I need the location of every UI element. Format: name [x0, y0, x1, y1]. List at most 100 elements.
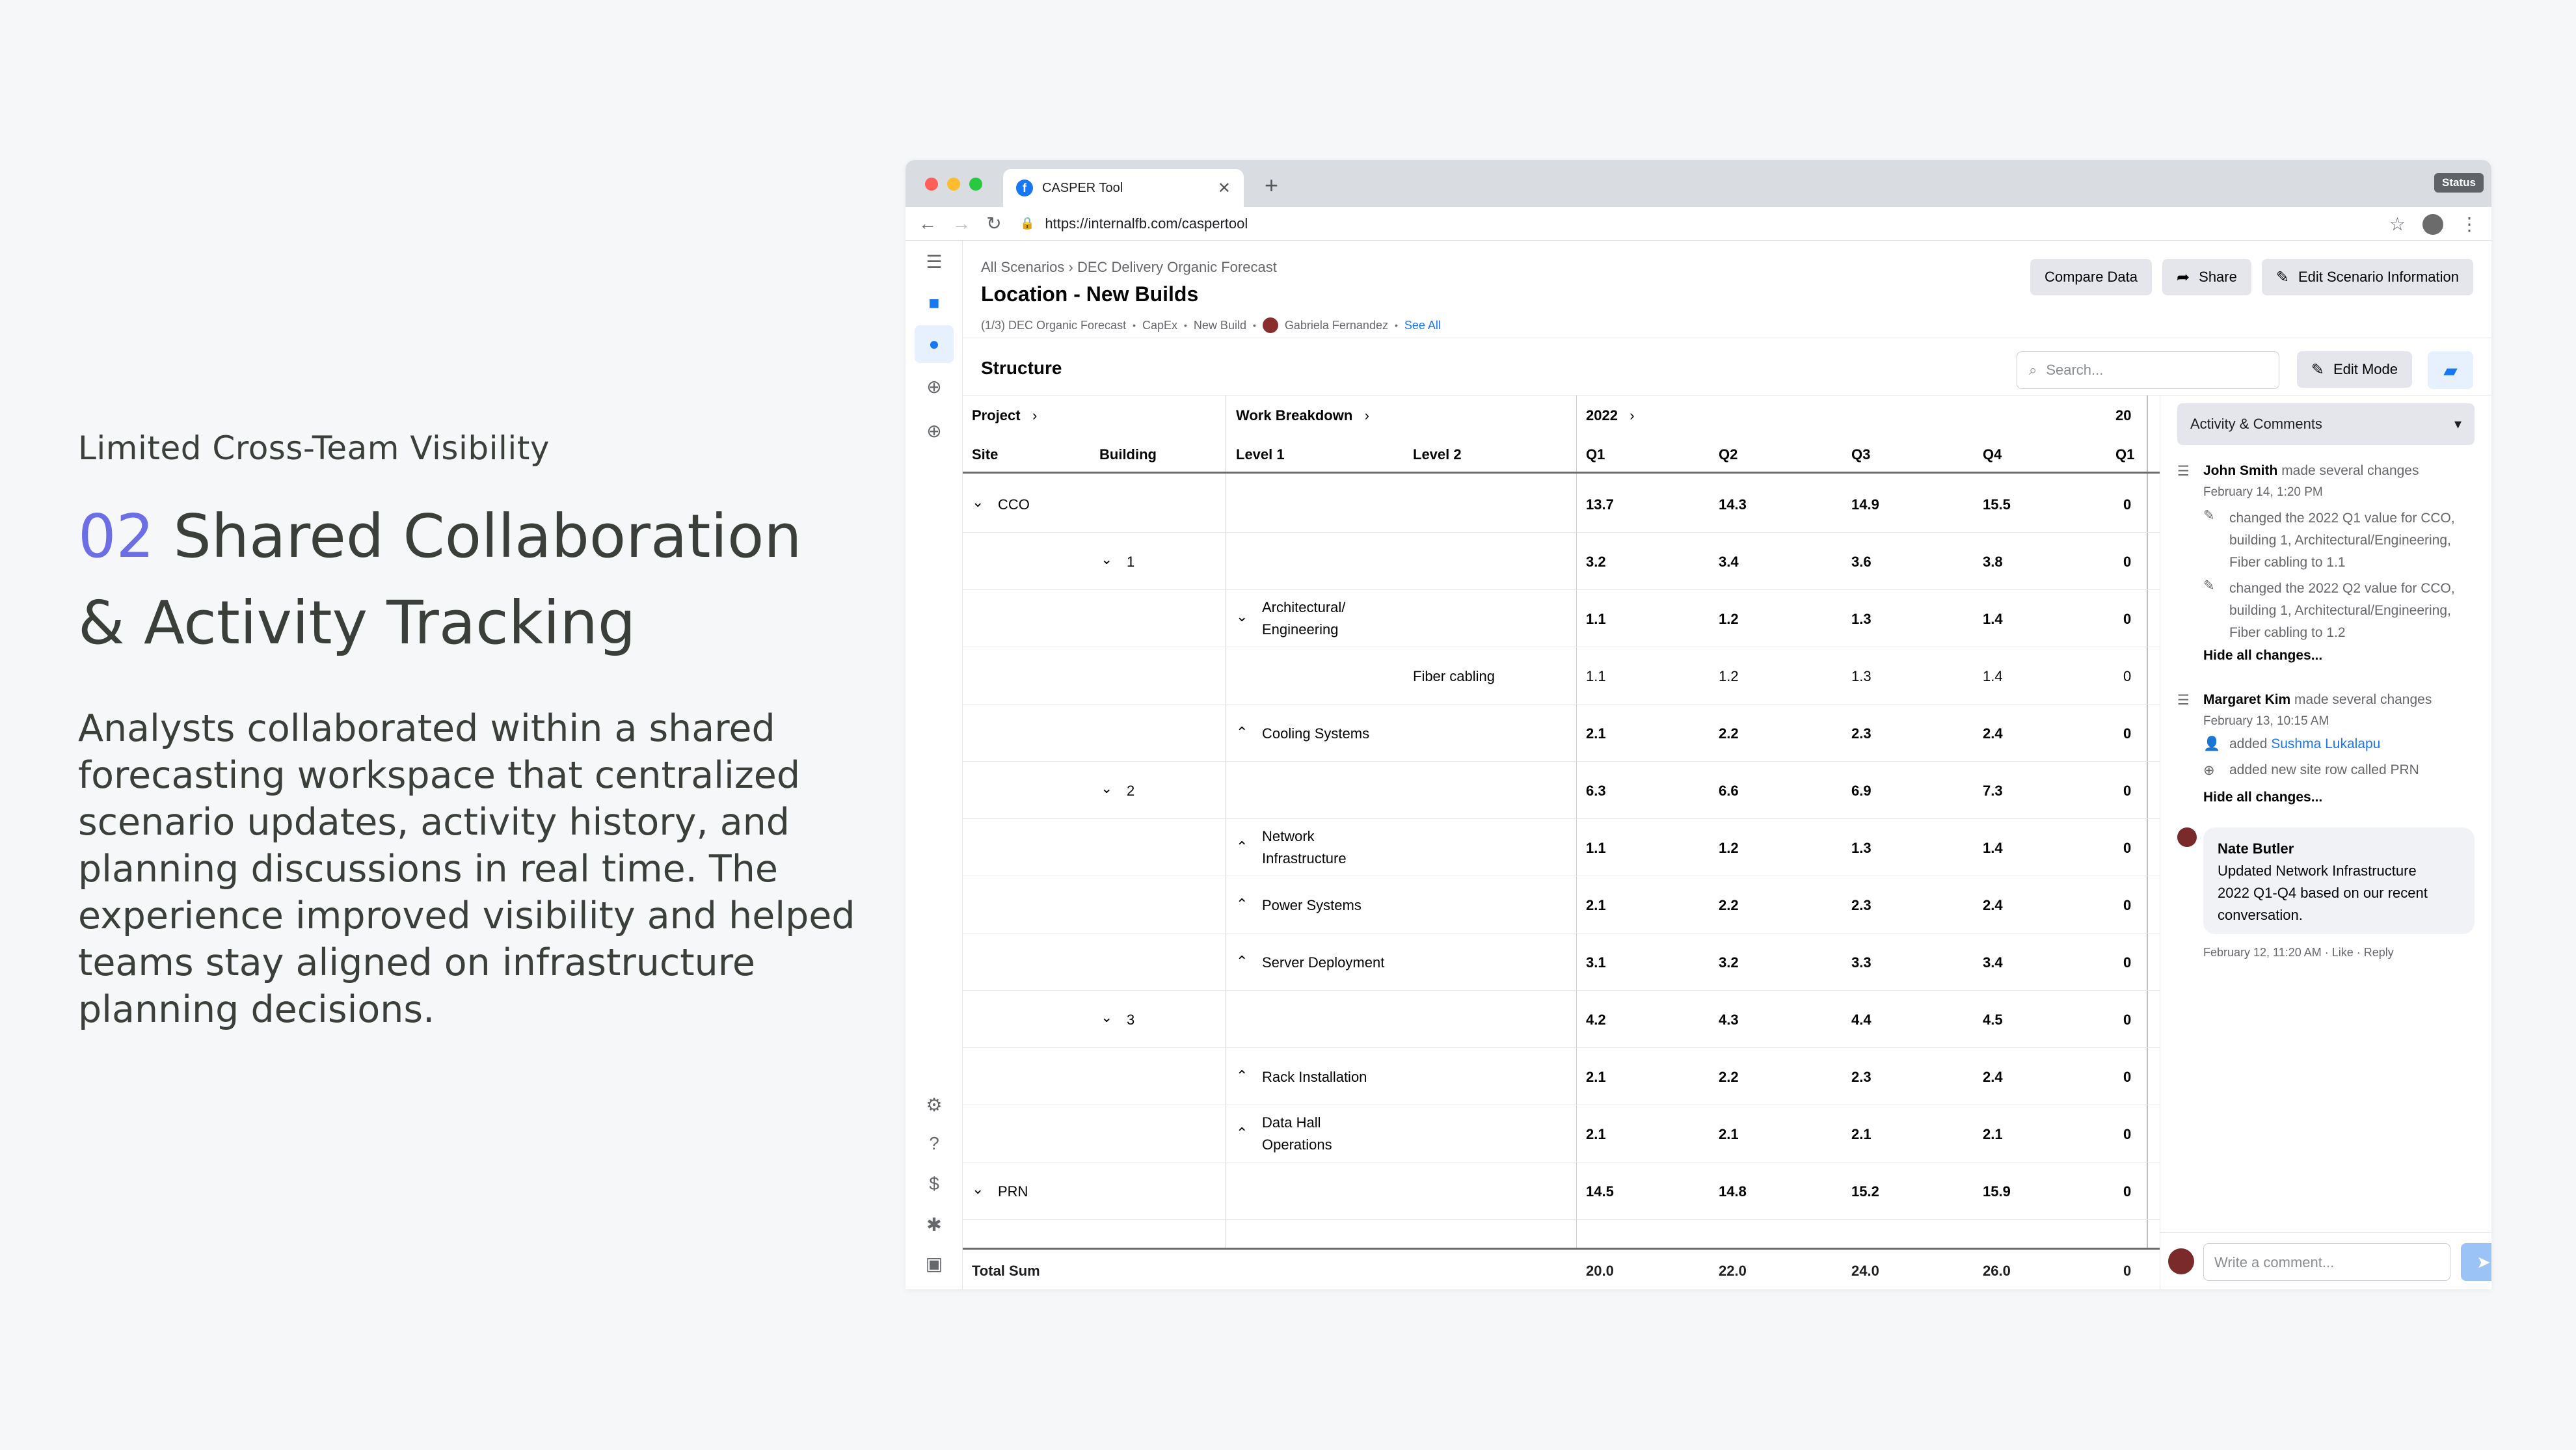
cell-q3[interactable]: 6.9: [1851, 783, 1872, 799]
cell-q4[interactable]: 3.8: [1983, 554, 2003, 571]
cell-next-q1[interactable]: 0: [2123, 897, 2131, 914]
chevron-up-icon[interactable]: ⌃: [1236, 953, 1248, 970]
cell-q3[interactable]: 4.4: [1851, 1012, 1872, 1028]
cell-q4[interactable]: 2.4: [1983, 725, 2003, 742]
chevron-up-icon[interactable]: ⌃: [1236, 839, 1248, 855]
cell-next-q1[interactable]: 0: [2123, 668, 2131, 685]
cell-q3[interactable]: 3.3: [1851, 954, 1872, 971]
send-button[interactable]: ➤: [2461, 1243, 2491, 1281]
table-row[interactable]: ⌄ 1 3.2 3.4 3.6 3.8 0: [963, 533, 2160, 590]
cell-q3[interactable]: 1.3: [1851, 611, 1872, 628]
minimize-window-button[interactable]: [947, 178, 960, 191]
cell-q2[interactable]: 3.4: [1719, 554, 1739, 571]
cell-q3[interactable]: 2.1: [1851, 1126, 1872, 1143]
cell-q3[interactable]: 2.3: [1851, 725, 1872, 742]
col-building[interactable]: Building: [1099, 446, 1157, 463]
table-row[interactable]: ⌄ CCO 13.7 14.3 14.9 15.5 0: [963, 476, 2160, 533]
cell-q4[interactable]: 1.4: [1983, 840, 2003, 857]
cell-q3[interactable]: 2.3: [1851, 897, 1872, 914]
cell-next-q1[interactable]: 0: [2123, 1126, 2131, 1143]
comment-input[interactable]: Write a comment...: [2203, 1243, 2450, 1281]
cell-next-q1[interactable]: 0: [2123, 840, 2131, 857]
cell-q4[interactable]: 1.4: [1983, 611, 2003, 628]
col-q2[interactable]: Q2: [1719, 446, 1737, 463]
new-tab-button[interactable]: +: [1265, 172, 1278, 199]
forward-icon[interactable]: →: [952, 213, 971, 234]
comments-toggle-button[interactable]: ▰: [2428, 351, 2473, 389]
cell-q1[interactable]: 2.1: [1586, 1069, 1606, 1086]
cell-q4[interactable]: 1.4: [1983, 668, 2003, 685]
cell-q1[interactable]: 1.1: [1586, 611, 1606, 628]
maximize-window-button[interactable]: [969, 178, 982, 191]
group-work-breakdown[interactable]: Work Breakdown ›: [1236, 407, 1369, 424]
cell-next-q1[interactable]: 0: [2123, 1012, 2131, 1028]
cell-q1[interactable]: 6.3: [1586, 783, 1606, 799]
col-level-1[interactable]: Level 1: [1236, 446, 1285, 463]
cell-next-q1[interactable]: 0: [2123, 554, 2131, 571]
cell-q4[interactable]: 15.5: [1983, 496, 2011, 513]
col-level-2[interactable]: Level 2: [1413, 446, 1462, 463]
col-next-q1[interactable]: Q1: [2115, 446, 2134, 463]
help-icon[interactable]: ?: [924, 1133, 945, 1154]
comment-author[interactable]: Nate Butler: [2218, 838, 2460, 860]
table-row[interactable]: ⌃ Power Systems 2.1 2.2 2.3 2.4 0: [963, 876, 2160, 933]
table-row[interactable]: ⌃ Data Hall Operations 2.1 2.1 2.1 2.1 0: [963, 1105, 2160, 1162]
share-button[interactable]: ➦ Share: [2162, 259, 2251, 295]
panel-toggle-icon[interactable]: ▣: [924, 1253, 945, 1274]
chevron-up-icon[interactable]: ⌃: [1236, 1067, 1248, 1084]
reload-icon[interactable]: ↻: [986, 213, 1002, 234]
chevron-down-icon[interactable]: ⌄: [972, 494, 984, 511]
chevron-down-icon[interactable]: ⌄: [1101, 1009, 1112, 1026]
cell-q2[interactable]: 14.3: [1719, 496, 1747, 513]
menu-icon[interactable]: ☰: [924, 251, 945, 272]
billing-icon[interactable]: $: [924, 1174, 945, 1194]
activity-user[interactable]: Margaret Kim: [2203, 692, 2290, 707]
chevron-down-icon[interactable]: ⌄: [1236, 608, 1248, 625]
cell-q3[interactable]: 14.9: [1851, 496, 1879, 513]
table-row[interactable]: ⌃ Network Infrastructure 1.1 1.2 1.3 1.4…: [963, 819, 2160, 876]
table-row[interactable]: ⌃ Cooling Systems 2.1 2.2 2.3 2.4 0: [963, 705, 2160, 762]
cell-q1[interactable]: 2.1: [1586, 1126, 1606, 1143]
hide-changes-link[interactable]: Hide all changes...: [2203, 648, 2322, 664]
cell-next-q1[interactable]: 0: [2123, 496, 2131, 513]
cell-q1[interactable]: 3.1: [1586, 954, 1606, 971]
cell-q2[interactable]: 4.3: [1719, 1012, 1739, 1028]
col-q3[interactable]: Q3: [1851, 446, 1870, 463]
table-row[interactable]: ⌃ Rack Installation 2.1 2.2 2.3 2.4 0: [963, 1048, 2160, 1105]
activity-filter-dropdown[interactable]: Activity & Comments ▾: [2177, 403, 2475, 445]
search-input[interactable]: ⌕ Search...: [2017, 351, 2279, 389]
cell-q4[interactable]: 2.4: [1983, 897, 2003, 914]
table-row[interactable]: ⌄ PRN 14.5 14.8 15.2 15.9 0: [963, 1162, 2160, 1220]
cell-q2[interactable]: 2.1: [1719, 1126, 1739, 1143]
cell-q4[interactable]: 2.4: [1983, 1069, 2003, 1086]
comment-meta[interactable]: February 12, 11:20 AM · Like · Reply: [2203, 946, 2394, 960]
close-tab-icon[interactable]: ✕: [1218, 179, 1231, 198]
mentioned-user-link[interactable]: Sushma Lukalapu: [2271, 736, 2380, 751]
cell-q1[interactable]: 14.5: [1586, 1183, 1614, 1200]
chevron-up-icon[interactable]: ⌃: [1236, 896, 1248, 913]
table-row[interactable]: Fiber cabling 1.1 1.2 1.3 1.4 0: [963, 647, 2160, 705]
url-field[interactable]: https://internalfb.com/caspertool: [1045, 215, 1248, 232]
browser-tab[interactable]: f CASPER Tool ✕: [1003, 169, 1244, 207]
activity-user[interactable]: John Smith: [2203, 463, 2277, 478]
col-q1[interactable]: Q1: [1586, 446, 1605, 463]
back-icon[interactable]: ←: [919, 213, 937, 234]
table-row[interactable]: ⌄ 2 6.3 6.6 6.9 7.3 0: [963, 762, 2160, 819]
cell-q3[interactable]: 15.2: [1851, 1183, 1879, 1200]
cube-icon[interactable]: ■: [924, 293, 945, 314]
cell-q2[interactable]: 2.2: [1719, 1069, 1739, 1086]
cell-next-q1[interactable]: 0: [2123, 783, 2131, 799]
cell-q2[interactable]: 2.2: [1719, 897, 1739, 914]
cell-q3[interactable]: 1.3: [1851, 840, 1872, 857]
cell-q1[interactable]: 1.1: [1586, 668, 1606, 685]
cell-next-q1[interactable]: 0: [2123, 611, 2131, 628]
currency-icon[interactable]: ⊕: [924, 376, 945, 397]
cell-q4[interactable]: 2.1: [1983, 1126, 2003, 1143]
cell-q2[interactable]: 1.2: [1719, 840, 1739, 857]
chevron-up-icon[interactable]: ⌃: [1236, 724, 1248, 741]
edit-scenario-button[interactable]: ✎ Edit Scenario Information: [2261, 259, 2473, 295]
cell-next-q1[interactable]: 0: [2123, 725, 2131, 742]
cell-next-q1[interactable]: 0: [2123, 1069, 2131, 1086]
cell-q1[interactable]: 2.1: [1586, 897, 1606, 914]
hide-changes-link[interactable]: Hide all changes...: [2203, 790, 2322, 805]
